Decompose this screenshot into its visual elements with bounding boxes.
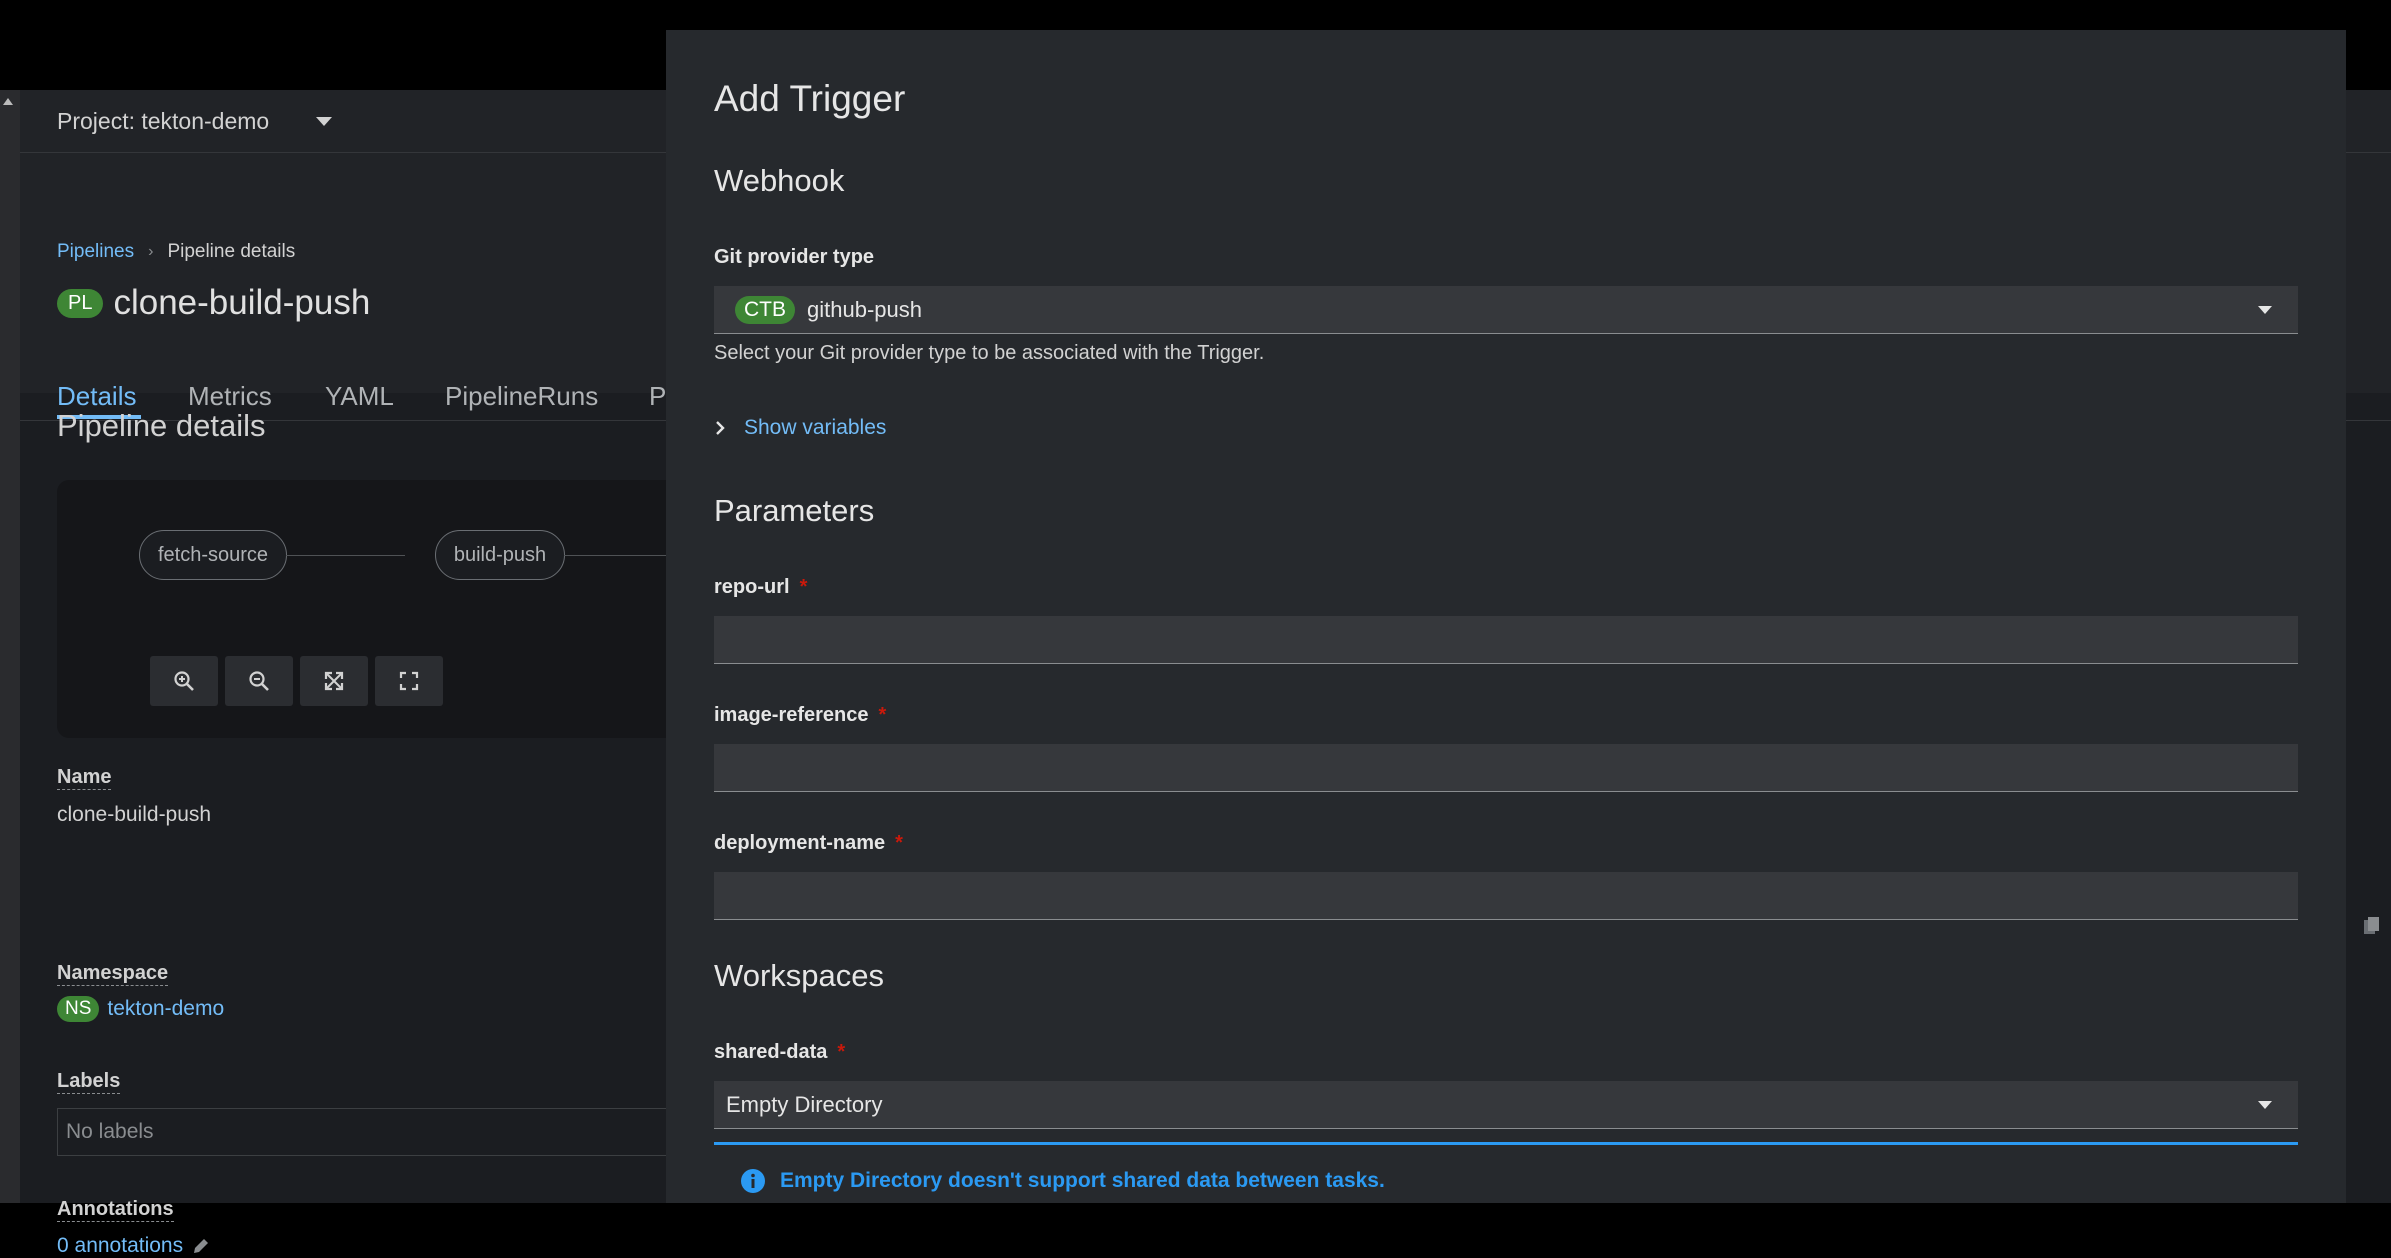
pencil-icon[interactable] xyxy=(191,1236,211,1256)
zoom-in-button[interactable] xyxy=(150,656,218,706)
shared-data-label-text: shared-data xyxy=(714,1041,828,1063)
task-node[interactable]: build-push xyxy=(435,530,565,580)
section-title: Pipeline details xyxy=(57,408,266,443)
show-variables-label: Show variables xyxy=(744,416,887,439)
deployment-name-label: deployment-name * xyxy=(714,832,903,855)
required-indicator: * xyxy=(799,576,808,598)
image-reference-label-text: image-reference xyxy=(714,704,869,726)
deployment-name-input[interactable] xyxy=(714,872,2298,920)
task-edge xyxy=(286,555,405,556)
tab-truncated[interactable]: P xyxy=(649,381,666,412)
required-indicator: * xyxy=(895,832,903,854)
shared-data-select[interactable]: Empty Directory xyxy=(714,1081,2298,1129)
page-title: PL clone-build-push xyxy=(57,283,370,323)
workspaces-heading: Workspaces xyxy=(714,958,884,993)
image-reference-label: image-reference * xyxy=(714,704,886,727)
git-provider-select[interactable]: CTB github-push xyxy=(714,286,2298,334)
required-indicator: * xyxy=(837,1041,846,1063)
name-value: clone-build-push xyxy=(57,803,212,826)
angle-right-icon xyxy=(716,421,725,435)
zoom-in-icon xyxy=(174,671,194,691)
show-variables-toggle[interactable]: Show variables xyxy=(714,416,886,440)
labels-label: Labels xyxy=(57,1070,121,1094)
parameters-heading: Parameters xyxy=(714,493,875,528)
breadcrumb: Pipelines › Pipeline details xyxy=(57,241,295,263)
caret-down-icon xyxy=(2258,306,2272,314)
namespace-link[interactable]: tekton-demo xyxy=(107,997,224,1021)
caret-down-icon xyxy=(2258,1101,2272,1109)
task-node[interactable]: fetch-source xyxy=(139,530,287,580)
namespace-value: NS tekton-demo xyxy=(57,996,224,1022)
zoom-out-icon xyxy=(249,671,269,691)
repo-url-input[interactable] xyxy=(714,616,2298,664)
breadcrumb-pipelines-link[interactable]: Pipelines xyxy=(57,241,134,263)
pipeline-name-title: clone-build-push xyxy=(113,283,371,322)
required-indicator: * xyxy=(878,704,887,726)
scroll-up-icon[interactable] xyxy=(3,98,13,105)
webhook-heading: Webhook xyxy=(714,163,845,198)
annotations-label: Annotations xyxy=(57,1198,174,1222)
info-circle-icon xyxy=(741,1169,765,1193)
tab-yaml[interactable]: YAML xyxy=(325,381,394,412)
breadcrumb-current: Pipeline details xyxy=(167,241,296,262)
repo-url-label: repo-url * xyxy=(714,576,807,599)
nav-scrollbar[interactable] xyxy=(0,90,20,1203)
git-provider-label: Git provider type xyxy=(714,246,874,269)
labels-box: No labels xyxy=(57,1108,677,1156)
project-selector-label[interactable]: Project: tekton-demo xyxy=(57,108,269,135)
fullscreen-icon xyxy=(399,671,419,691)
fit-to-screen-button[interactable] xyxy=(300,656,368,706)
expand-icon xyxy=(324,671,344,691)
alert-top-border xyxy=(714,1142,2298,1145)
shared-data-label: shared-data * xyxy=(714,1041,845,1064)
modal-title: Add Trigger xyxy=(714,78,906,119)
zoom-out-button[interactable] xyxy=(225,656,293,706)
reset-view-button[interactable] xyxy=(375,656,443,706)
alert-text: Empty Directory doesn't support shared d… xyxy=(780,1169,1385,1192)
git-provider-badge: CTB xyxy=(735,295,795,324)
name-label: Name xyxy=(57,766,112,790)
image-reference-input[interactable] xyxy=(714,744,2298,792)
deployment-name-label-text: deployment-name xyxy=(714,832,886,854)
namespace-label: Namespace xyxy=(57,962,169,986)
git-provider-value: github-push xyxy=(807,296,922,322)
shared-data-value: Empty Directory xyxy=(726,1091,883,1117)
caret-down-icon[interactable] xyxy=(316,117,332,126)
git-provider-helper: Select your Git provider type to be asso… xyxy=(714,342,1265,364)
pipeline-topology: fetch-source build-push xyxy=(57,480,717,738)
info-alert: Empty Directory doesn't support shared d… xyxy=(740,1168,1385,1194)
add-trigger-modal: Add Trigger Webhook Git provider type CT… xyxy=(666,30,2346,1203)
annotations-row: 0 annotations xyxy=(57,1234,211,1258)
repo-url-label-text: repo-url xyxy=(714,576,790,598)
chevron-right-icon: › xyxy=(148,243,154,260)
namespace-badge: NS xyxy=(57,996,100,1022)
copy-icon[interactable] xyxy=(2363,916,2381,936)
git-provider-label-text: Git provider type xyxy=(714,246,875,268)
tab-pipelineruns[interactable]: PipelineRuns xyxy=(445,381,598,412)
pipeline-badge: PL xyxy=(57,288,104,318)
annotations-link[interactable]: 0 annotations xyxy=(57,1234,183,1258)
